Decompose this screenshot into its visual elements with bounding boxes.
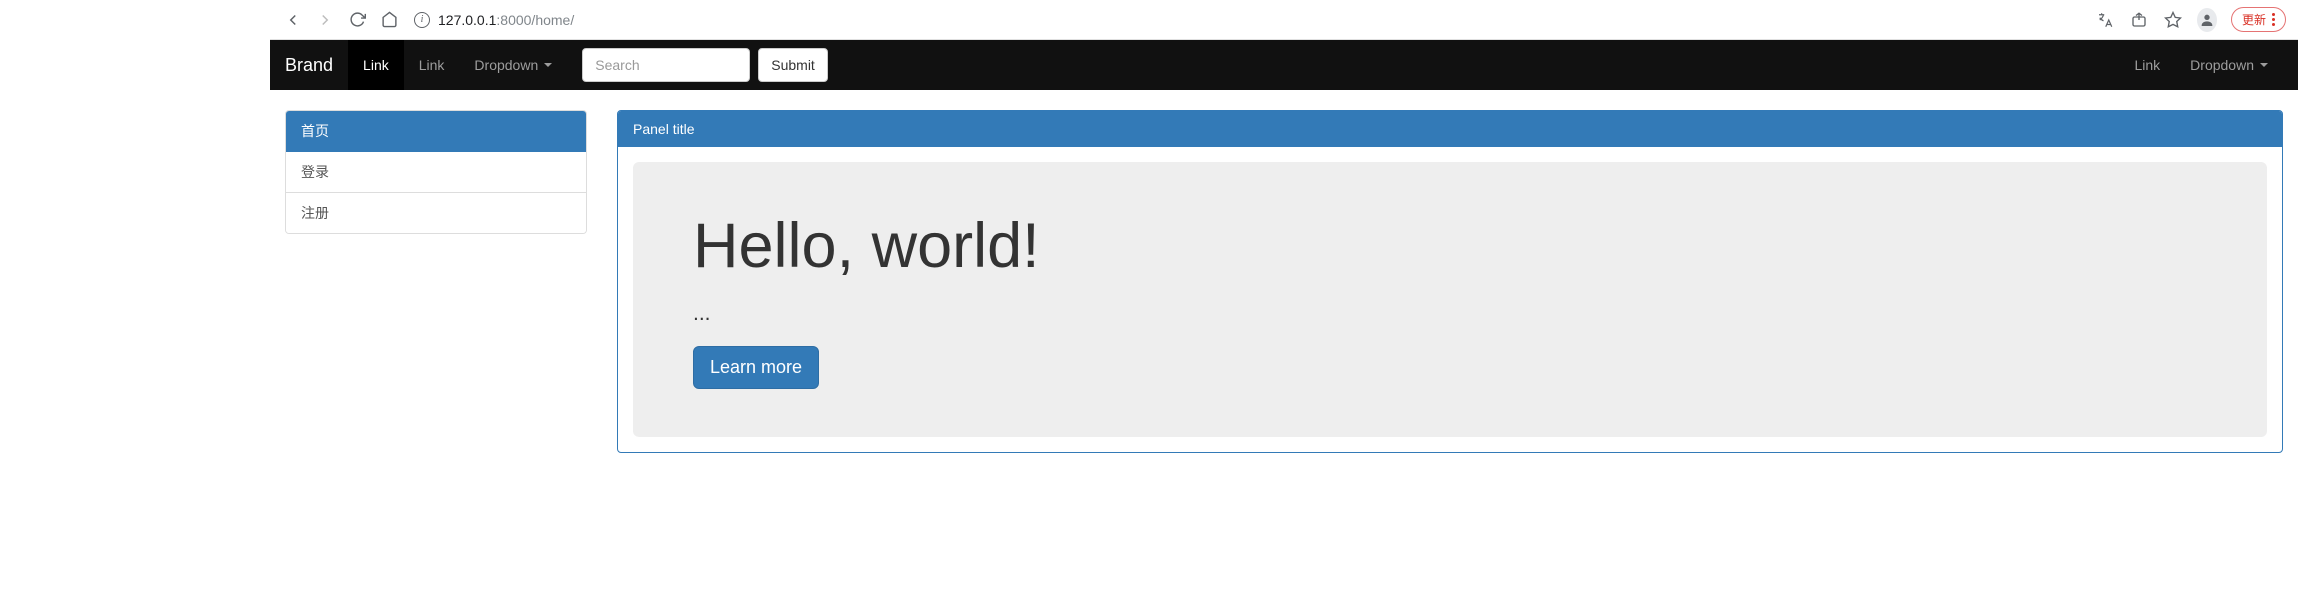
panel-title: Panel title (618, 111, 2282, 147)
nav-right-link[interactable]: Link (2119, 40, 2175, 90)
sidebar-list: 首页 登录 注册 (285, 110, 587, 234)
forward-button[interactable] (314, 9, 336, 31)
bookmark-star-icon[interactable] (2163, 10, 2183, 30)
share-icon[interactable] (2129, 10, 2149, 30)
learn-more-button[interactable]: Learn more (693, 346, 819, 389)
panel-body: Hello, world! ... Learn more (618, 147, 2282, 452)
main-container: 首页 登录 注册 Panel title Hello, world! ... L… (270, 90, 2298, 473)
navbar: Brand Link Link Dropdown Submit Link Dro… (270, 40, 2298, 90)
sidebar-item-register[interactable]: 注册 (286, 193, 586, 233)
navbar-search-form: Submit (567, 48, 843, 82)
nav-dropdown[interactable]: Dropdown (459, 40, 567, 90)
search-input[interactable] (582, 48, 750, 82)
chevron-down-icon (2260, 63, 2268, 67)
navbar-right: Link Dropdown (2119, 40, 2283, 90)
jumbotron-heading: Hello, world! (693, 210, 2207, 282)
url-text: 127.0.0.1:8000/home/ (438, 12, 574, 28)
profile-avatar[interactable] (2197, 10, 2217, 30)
navbar-brand[interactable]: Brand (285, 40, 348, 90)
submit-button[interactable]: Submit (758, 48, 828, 82)
nav-right-dropdown[interactable]: Dropdown (2175, 40, 2283, 90)
menu-dots-icon (2272, 13, 2275, 26)
site-info-icon[interactable]: i (414, 12, 430, 28)
main-content: Panel title Hello, world! ... Learn more (617, 110, 2283, 453)
reload-button[interactable] (346, 9, 368, 31)
update-button[interactable]: 更新 (2231, 7, 2286, 32)
back-button[interactable] (282, 9, 304, 31)
browser-actions-right: 更新 (2095, 7, 2286, 32)
jumbotron-text: ... (693, 302, 2207, 326)
nav-link-2[interactable]: Link (404, 40, 460, 90)
update-label: 更新 (2242, 11, 2266, 28)
translate-icon[interactable] (2095, 10, 2115, 30)
nav-dropdown-label: Dropdown (474, 40, 538, 90)
chevron-down-icon (544, 63, 552, 67)
jumbotron: Hello, world! ... Learn more (633, 162, 2267, 437)
sidebar: 首页 登录 注册 (285, 110, 587, 453)
sidebar-item-home[interactable]: 首页 (286, 111, 586, 152)
browser-toolbar: i 127.0.0.1:8000/home/ 更新 (270, 0, 2298, 40)
nav-right-dropdown-label: Dropdown (2190, 40, 2254, 90)
panel: Panel title Hello, world! ... Learn more (617, 110, 2283, 453)
home-button[interactable] (378, 9, 400, 31)
nav-link-active[interactable]: Link (348, 40, 404, 90)
sidebar-item-login[interactable]: 登录 (286, 152, 586, 193)
address-bar[interactable]: i 127.0.0.1:8000/home/ (410, 12, 2085, 28)
